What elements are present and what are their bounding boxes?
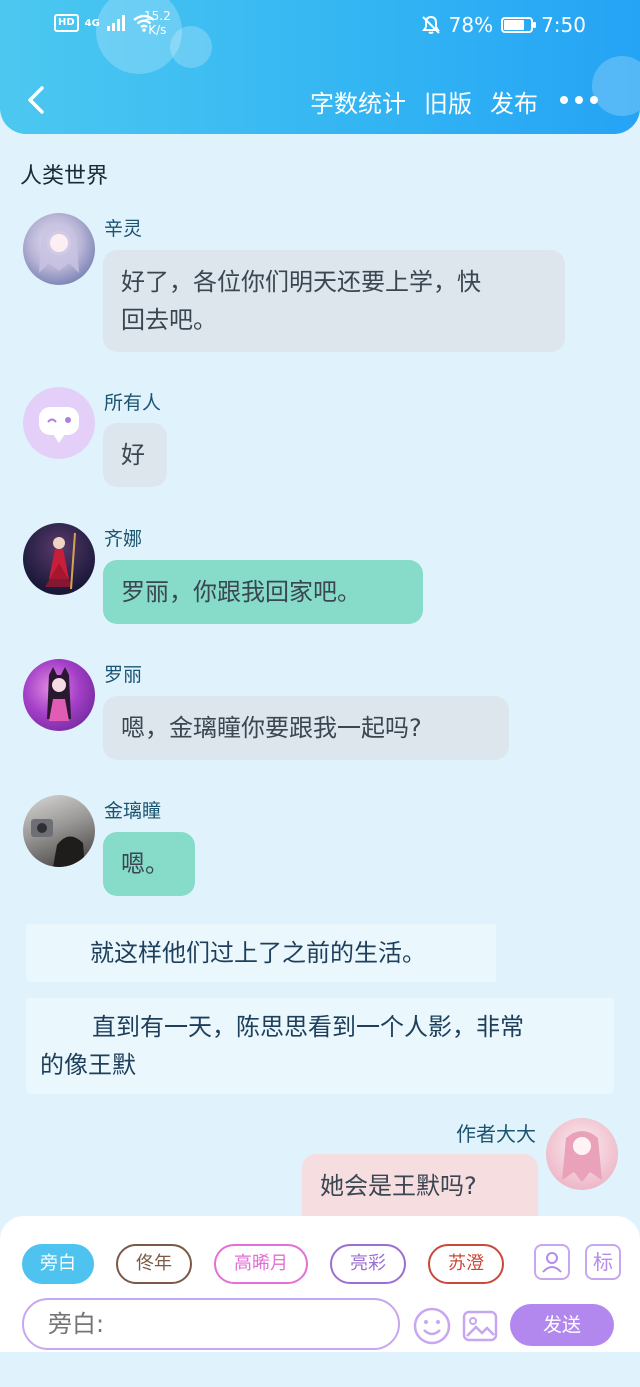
anime-girl-avatar-icon (39, 224, 79, 273)
narration-line: 的像王默 (40, 1051, 136, 1079)
anime-girl-avatar-icon (47, 667, 71, 721)
old-version-button[interactable]: 旧版 (424, 84, 472, 119)
more-dot-icon (575, 96, 583, 104)
message-line: 罗丽，你跟我回家吧。 (121, 578, 361, 606)
message-bubble: 嗯，金璃瞳你要跟我一起吗? (103, 696, 509, 760)
character-chip[interactable]: 苏澄 (428, 1244, 504, 1284)
send-button[interactable]: 发送 (510, 1304, 614, 1346)
avatar[interactable] (23, 795, 95, 867)
message-bubble: 罗丽，你跟我回家吧。 (103, 560, 423, 624)
narration-block: 就这样他们过上了之前的生活。 (26, 924, 496, 982)
chat-bubble-icon (39, 407, 79, 443)
tag-label: 标 (593, 1250, 613, 1274)
photo-avatar-icon (31, 819, 85, 867)
message-bubble: 好 (103, 423, 167, 487)
image-button[interactable] (462, 1308, 498, 1348)
person-card-icon (542, 1252, 562, 1273)
character-chip[interactable]: 亮彩 (330, 1244, 406, 1284)
hd-icon: HD (54, 14, 79, 32)
character-chip[interactable]: 高晞月 (214, 1244, 308, 1284)
author-avatar[interactable] (546, 1118, 618, 1190)
more-dot-icon (590, 96, 598, 104)
chat-title: 人类世界 (20, 164, 109, 189)
narration-block: 直到有一天，陈思思看到一个人影，非常 的像王默 (26, 998, 614, 1094)
message-line: 回去吧。 (121, 306, 217, 334)
avatar[interactable] (23, 523, 95, 595)
emoji-button[interactable] (412, 1306, 452, 1350)
status-right: 78% 7:50 (421, 13, 586, 37)
nav-bar: 字数统计 旧版 发布 (0, 70, 640, 130)
sender-name: 辛灵 (104, 218, 143, 240)
message-bubble: 好了，各位你们明天还要上学，快 回去吧。 (103, 250, 565, 352)
clock: 7:50 (541, 13, 586, 37)
battery-fill (504, 20, 525, 30)
chip-narration[interactable]: 旁白 (22, 1244, 94, 1284)
image-icon (462, 1310, 498, 1342)
anime-girl-avatar-icon (562, 1131, 602, 1182)
message-input[interactable] (22, 1298, 400, 1350)
status-left: HD 4G (54, 14, 156, 32)
message-line: 好了，各位你们明天还要上学，快 (121, 268, 481, 296)
message-line: 好 (121, 441, 145, 469)
sender-name: 所有人 (104, 392, 162, 414)
sender-name: 罗丽 (104, 664, 143, 686)
message-line: 嗯，金璃瞳你要跟我一起吗? (121, 714, 422, 742)
tag-button[interactable]: 标 (585, 1244, 621, 1280)
network-type: 4G (84, 17, 100, 29)
avatar[interactable] (23, 213, 95, 285)
publish-button[interactable]: 发布 (490, 84, 538, 119)
author-name: 作者大大 (456, 1122, 536, 1146)
smiley-icon (413, 1307, 451, 1345)
back-button[interactable] (20, 80, 56, 120)
narration-line: 直到有一天，陈思思看到一个人影，非常 (92, 1013, 524, 1041)
chevron-left-icon (28, 86, 44, 114)
message-line: 她会是王默吗? (320, 1172, 477, 1200)
add-character-button[interactable] (534, 1244, 570, 1280)
avatar[interactable] (23, 387, 95, 459)
composer-panel: 旁白佟年高晞月亮彩苏澄韩 标 发送 (0, 1216, 640, 1352)
more-dot-icon (560, 96, 568, 104)
speed-value: 15.2 (144, 9, 171, 23)
anime-girl-avatar-icon (45, 532, 76, 590)
mute-bell-icon (421, 15, 440, 34)
bottom-strip (0, 1352, 640, 1387)
narration-line: 就这样他们过上了之前的生活。 (90, 939, 426, 967)
network-speed: 15.2 K/s (144, 9, 171, 37)
message-bubble: 嗯。 (103, 832, 195, 896)
battery-percent: 78% (448, 13, 494, 37)
word-count-button[interactable]: 字数统计 (310, 84, 406, 119)
more-options-button[interactable] (560, 92, 600, 108)
speed-unit: K/s (148, 23, 167, 37)
status-bar: HD 4G 15.2 K/s 78% 7:50 (0, 0, 640, 50)
battery-icon (501, 17, 537, 33)
avatar[interactable] (23, 659, 95, 731)
character-chip[interactable]: 佟年 (116, 1244, 192, 1284)
sender-name: 齐娜 (104, 528, 143, 550)
message-line: 嗯。 (121, 850, 169, 878)
signal-icon (106, 15, 125, 31)
app-header: HD 4G 15.2 K/s 78% 7:50 字数统计 旧版 发布 (0, 0, 640, 134)
character-chip-row: 旁白佟年高晞月亮彩苏澄韩 (22, 1244, 516, 1284)
sender-name: 金璃瞳 (104, 800, 162, 822)
nav-actions: 字数统计 旧版 发布 (310, 84, 538, 119)
